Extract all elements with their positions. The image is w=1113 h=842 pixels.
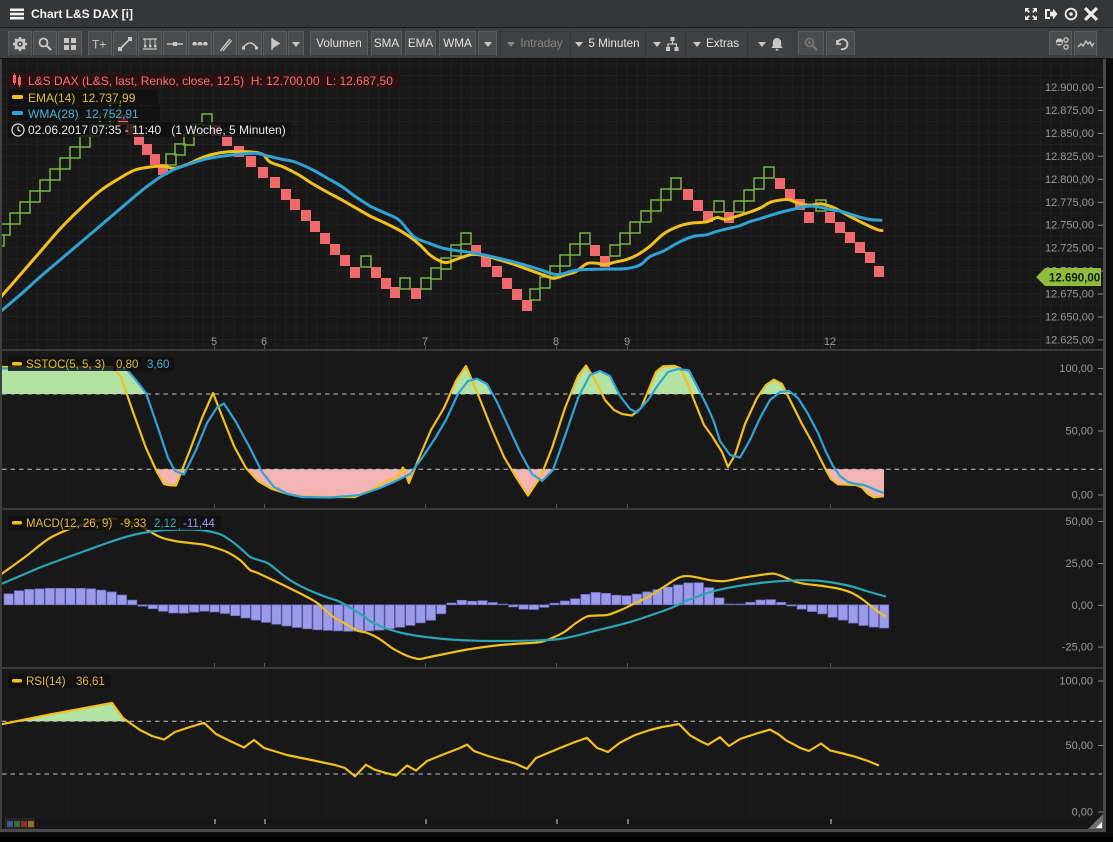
svg-text:50,00: 50,00: [1065, 426, 1093, 438]
svg-text:50,00: 50,00: [1065, 740, 1093, 752]
svg-text:36,61: 36,61: [76, 676, 105, 688]
svg-text:25,00: 25,00: [1065, 558, 1093, 570]
svg-text:12.725,00: 12.725,00: [1045, 243, 1094, 255]
svg-text:L&S DAX (L&S, last, Renko, clo: L&S DAX (L&S, last, Renko, close, 12.5) …: [28, 74, 393, 88]
svg-text:0,00: 0,00: [1072, 490, 1093, 502]
svg-text:12.850,00: 12.850,00: [1045, 128, 1094, 140]
svg-text:12.675,00: 12.675,00: [1045, 289, 1094, 301]
svg-text:WMA(28) 12.752,91: WMA(28) 12.752,91: [28, 107, 139, 121]
svg-text:RSI(14): RSI(14): [26, 676, 66, 688]
svg-text:12.690,00: 12.690,00: [1049, 273, 1100, 285]
svg-text:100,00: 100,00: [1059, 676, 1093, 688]
svg-text:MACD(12, 26, 9): MACD(12, 26, 9): [26, 518, 112, 530]
svg-text:12.775,00: 12.775,00: [1045, 197, 1094, 209]
svg-text:02.06.2017 07:35 - 11:40 (1: 02.06.2017 07:35 - 11:40 (1 Woche, 5 Min…: [28, 123, 286, 137]
svg-text:12.875,00: 12.875,00: [1045, 105, 1094, 117]
svg-text:12.900,00: 12.900,00: [1045, 82, 1094, 94]
svg-text:-9,33: -9,33: [120, 518, 146, 530]
svg-text:0,00: 0,00: [1072, 807, 1093, 819]
svg-text:12.625,00: 12.625,00: [1045, 334, 1094, 346]
svg-text:T+: T+: [92, 37, 106, 51]
svg-text:0,00: 0,00: [1072, 600, 1093, 612]
svg-text:12.825,00: 12.825,00: [1045, 151, 1094, 163]
svg-text:12.800,00: 12.800,00: [1045, 174, 1094, 186]
svg-text:EMA(14) 12.737,99: EMA(14) 12.737,99: [28, 91, 136, 105]
svg-text:2,12: 2,12: [154, 518, 176, 530]
svg-text:-11,44: -11,44: [183, 518, 215, 530]
svg-text:100,00: 100,00: [1059, 363, 1093, 375]
svg-text:-25,00: -25,00: [1062, 642, 1093, 654]
svg-text:0,80: 0,80: [116, 359, 138, 371]
svg-text:SSTOC(5, 5, 3): SSTOC(5, 5, 3): [26, 359, 105, 371]
svg-text:12.750,00: 12.750,00: [1045, 220, 1094, 232]
svg-text:12.650,00: 12.650,00: [1045, 312, 1094, 324]
svg-text:3,60: 3,60: [147, 359, 169, 371]
svg-text:50,00: 50,00: [1065, 516, 1093, 528]
